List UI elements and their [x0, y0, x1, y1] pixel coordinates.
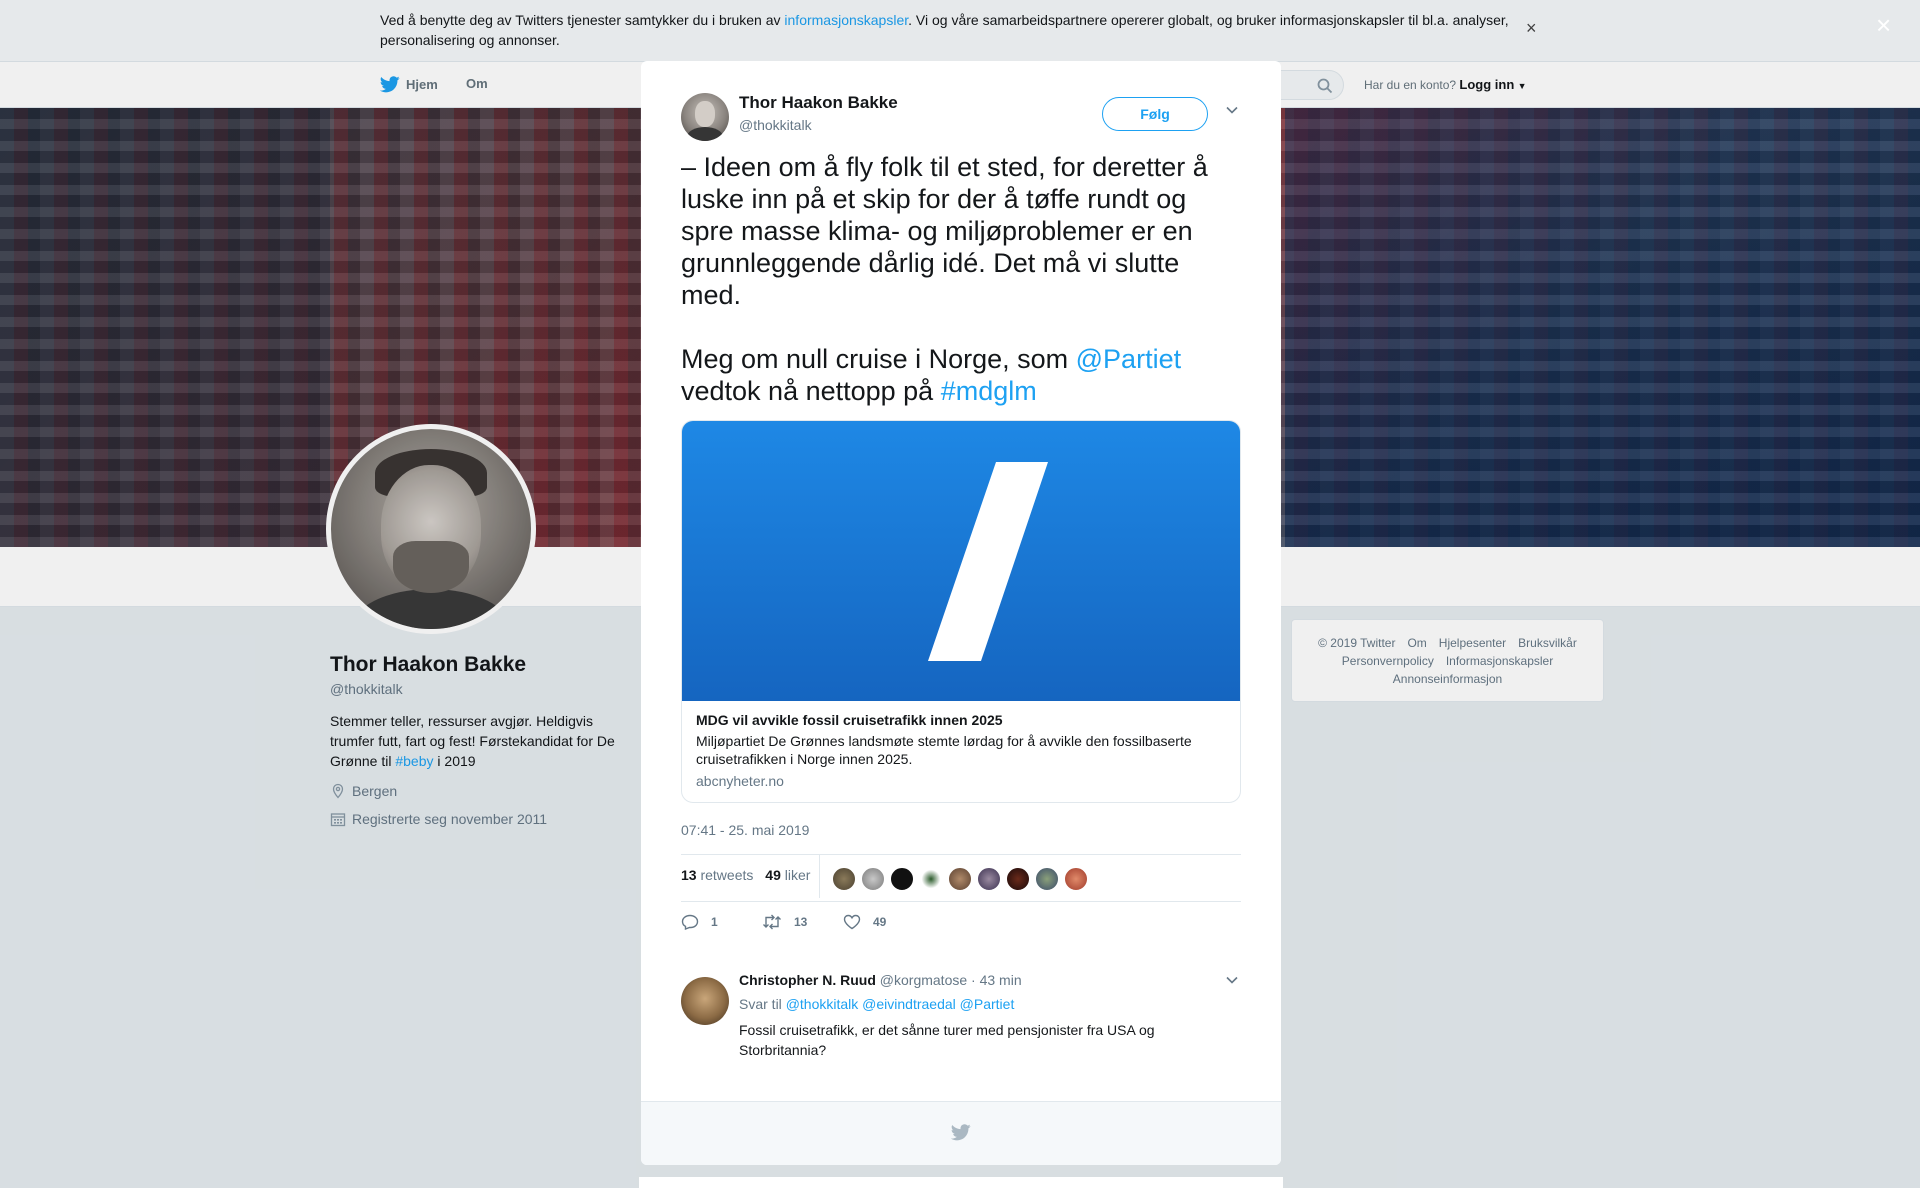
reply-mention[interactable]: @eivindtraedal — [862, 996, 956, 1012]
reply-icon — [681, 914, 699, 930]
follow-button[interactable]: Følg — [1102, 97, 1208, 131]
retweet-count: 13 — [794, 915, 808, 929]
close-icon[interactable]: × — [1876, 12, 1891, 38]
chevron-down-icon[interactable] — [1225, 105, 1239, 115]
abc-nyheter-logo — [928, 462, 1048, 661]
reply-author-handle[interactable]: @korgmatose — [880, 972, 967, 988]
reply-author-name[interactable]: Christopher N. Ruud — [739, 972, 876, 988]
chevron-down-icon[interactable] — [1225, 975, 1239, 985]
reply-text: Fossil cruisetrafikk, er det sånne turer… — [739, 1022, 1155, 1058]
link-card[interactable]: MDG vil avvikle fossil cruisetrafikk inn… — [681, 420, 1241, 803]
tweet-text-part-2: vedtok nå nettopp på — [681, 376, 934, 406]
reply-mention[interactable]: @Partiet — [960, 996, 1015, 1012]
avatar-body — [687, 127, 723, 141]
divider — [681, 854, 1241, 855]
liker-avatar[interactable] — [861, 867, 885, 891]
card-domain: abcnyheter.no — [696, 773, 784, 789]
liker-avatar[interactable] — [1035, 867, 1059, 891]
liker-avatar[interactable] — [1006, 867, 1030, 891]
tweet-timestamp[interactable]: 07:41 - 25. mai 2019 — [681, 822, 809, 838]
divider — [681, 901, 1241, 902]
card-image — [682, 421, 1240, 701]
modal-footer — [641, 1101, 1281, 1165]
likes-count[interactable]: 49 — [765, 867, 781, 883]
tweet-author-avatar[interactable] — [681, 93, 729, 141]
tweet-mention[interactable]: @Partiet — [1076, 344, 1181, 374]
tweet-text-part-1: – Ideen om å fly folk til et sted, for d… — [681, 152, 1208, 374]
reply-mention[interactable]: @thokkitalk — [786, 996, 859, 1012]
modal-next-item — [639, 1177, 1283, 1188]
card-title: MDG vil avvikle fossil cruisetrafikk inn… — [696, 712, 1003, 728]
card-description: Miljøpartiet De Grønnes landsmøte stemte… — [696, 733, 1192, 767]
liker-avatar[interactable] — [890, 867, 914, 891]
twitter-bird-icon — [951, 1124, 971, 1141]
like-count: 49 — [873, 915, 887, 929]
reply-header: Christopher N. Ruud @korgmatose · 43 min — [739, 972, 1022, 988]
tweet-modal: Thor Haakon Bakke @thokkitalk Følg – Ide… — [641, 61, 1281, 1165]
reply-to-prefix: Svar til — [739, 996, 782, 1012]
tweet-stats: 13 retweets 49 liker — [681, 867, 810, 883]
likes-label[interactable]: liker — [785, 867, 811, 883]
heart-icon — [843, 914, 861, 930]
reply-time[interactable]: · 43 min — [971, 972, 1022, 988]
reply-to-line: Svar til @thokkitalk @eivindtraedal @Par… — [739, 996, 1014, 1012]
avatar-face — [695, 101, 715, 127]
retweet-icon — [763, 914, 781, 930]
reply-author-avatar[interactable] — [681, 977, 729, 1025]
liker-avatar[interactable] — [1064, 867, 1088, 891]
liker-avatar[interactable] — [919, 867, 943, 891]
liker-avatar[interactable] — [977, 867, 1001, 891]
tweet-hashtag[interactable]: #mdglm — [941, 376, 1037, 406]
liker-avatars — [832, 867, 1093, 891]
tweet-author-handle[interactable]: @thokkitalk — [739, 117, 812, 133]
stats-divider — [819, 854, 820, 898]
liker-avatar[interactable] — [948, 867, 972, 891]
like-action[interactable]: 49 — [843, 914, 886, 930]
tweet-text: – Ideen om å fly folk til et sted, for d… — [681, 151, 1241, 407]
retweets-label[interactable]: retweets — [700, 867, 753, 883]
reply-count: 1 — [711, 915, 718, 929]
liker-avatar[interactable] — [832, 867, 856, 891]
retweets-count[interactable]: 13 — [681, 867, 697, 883]
tweet-author-name[interactable]: Thor Haakon Bakke — [739, 93, 898, 113]
retweet-action[interactable]: 13 — [762, 914, 807, 930]
reply-action[interactable]: 1 — [681, 914, 718, 930]
